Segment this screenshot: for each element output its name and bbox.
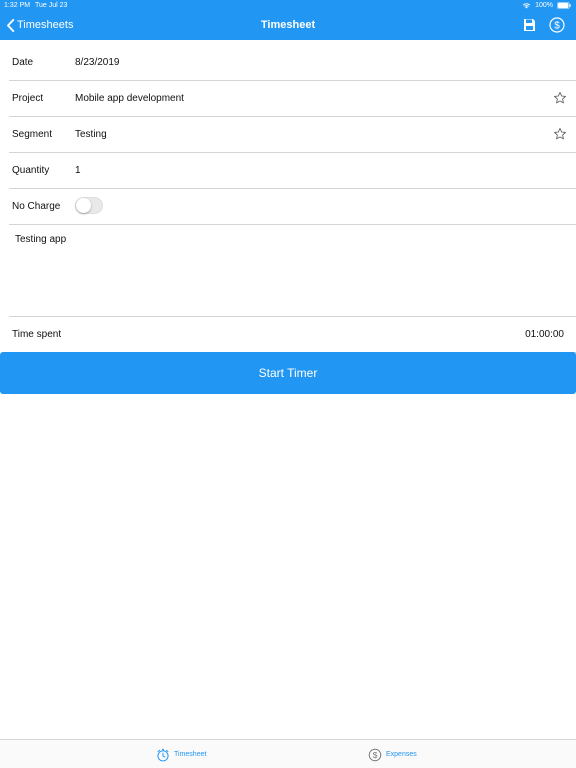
date-value[interactable]: 8/23/2019	[75, 45, 120, 80]
back-button[interactable]: Timesheets	[6, 16, 73, 34]
battery-icon	[557, 2, 571, 9]
timesheet-form: Date 8/23/2019 Project Mobile app develo…	[0, 45, 576, 353]
svg-text:$: $	[373, 750, 378, 760]
star-icon[interactable]	[553, 91, 567, 105]
svg-text:$: $	[554, 21, 560, 32]
status-indicators: 100%	[522, 0, 571, 11]
date-label: Date	[12, 57, 34, 68]
tab-expenses-label: Expenses	[386, 751, 417, 758]
project-label: Project	[12, 93, 44, 104]
battery-percent: 100%	[535, 2, 553, 9]
dollar-circle-icon: $	[368, 748, 382, 761]
quantity-row[interactable]: Quantity 1	[9, 153, 576, 189]
segment-value[interactable]: Testing	[75, 117, 107, 152]
stopwatch-icon	[157, 748, 169, 761]
no-charge-row: No Charge	[9, 189, 576, 225]
dollar-circle-icon[interactable]: $	[549, 17, 565, 33]
status-bar: 1:32 PM Tue Jul 23 100%	[0, 0, 576, 11]
segment-label: Segment	[12, 129, 53, 140]
status-time: 1:32 PM	[4, 2, 31, 9]
tab-timesheet-label: Timesheet	[174, 751, 207, 758]
time-spent-value: 01:00:00	[525, 329, 564, 340]
project-value[interactable]: Mobile app development	[75, 81, 184, 116]
back-label: Timesheets	[17, 19, 74, 31]
toggle-knob	[76, 198, 91, 213]
time-spent-row[interactable]: Time spent 01:00:00	[9, 317, 576, 353]
no-charge-toggle[interactable]	[75, 197, 103, 214]
start-timer-button[interactable]: Start Timer	[0, 352, 576, 394]
chevron-left-icon	[7, 18, 15, 32]
quantity-value[interactable]: 1	[75, 153, 81, 188]
star-icon[interactable]	[553, 127, 567, 141]
tab-expenses[interactable]: $ Expenses	[368, 746, 417, 763]
quantity-label: Quantity	[12, 165, 50, 176]
timesheet-screen: 1:32 PM Tue Jul 23 100% Timesheets Times…	[0, 0, 576, 768]
tab-bar: Timesheet $ Expenses	[0, 739, 576, 768]
tab-timesheet[interactable]: Timesheet	[156, 746, 206, 763]
page-title: Timesheet	[260, 19, 316, 31]
project-row[interactable]: Project Mobile app development	[9, 81, 576, 117]
time-spent-label: Time spent	[12, 329, 62, 340]
wifi-icon	[522, 3, 531, 9]
status-date: Tue Jul 23	[35, 2, 68, 9]
app-header: 1:32 PM Tue Jul 23 100% Timesheets Times…	[0, 0, 576, 40]
segment-row[interactable]: Segment Testing	[9, 117, 576, 153]
date-row[interactable]: Date 8/23/2019	[9, 45, 576, 81]
save-icon[interactable]	[523, 18, 536, 32]
notes-area[interactable]: Testing app	[9, 225, 576, 317]
notes-text[interactable]: Testing app	[15, 234, 66, 245]
no-charge-label: No Charge	[12, 201, 61, 212]
